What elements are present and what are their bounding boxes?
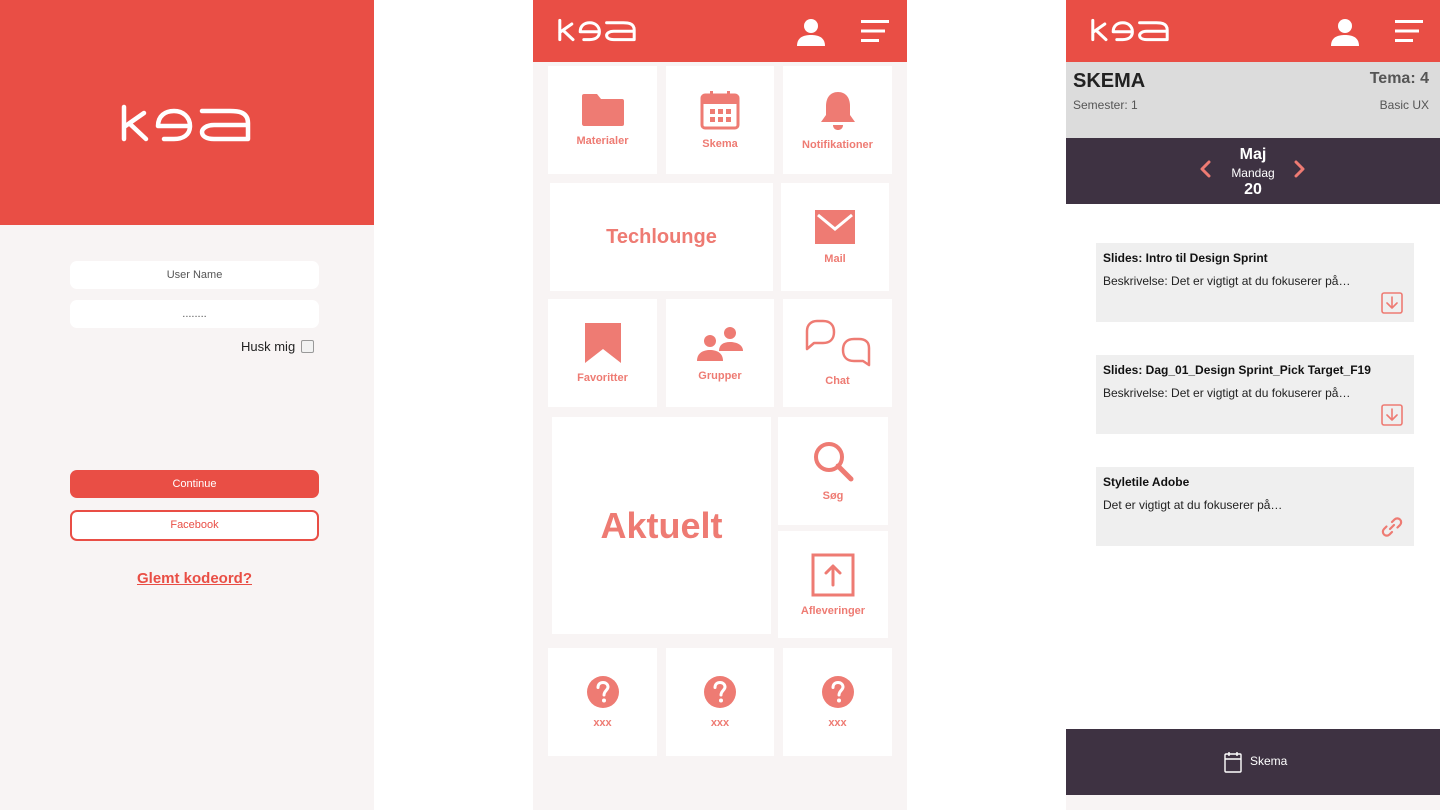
course-label: Basic UX	[1379, 98, 1429, 112]
page-title: SKEMA	[1073, 70, 1146, 92]
kea-logo	[558, 18, 636, 42]
group-icon	[697, 327, 743, 361]
schedule-item[interactable]: Slides: Dag_01_Design Sprint_Pick Target…	[1096, 355, 1414, 434]
day-label: 20	[1244, 181, 1262, 198]
tile-afleveringer[interactable]: Afleveringer	[778, 531, 888, 638]
remember-me[interactable]: Husk mig	[241, 339, 315, 354]
calendar-icon	[700, 91, 740, 130]
tile-label: Skema	[702, 138, 738, 150]
schedule-item[interactable]: Styletile Adobe Det er vigtigt at du fok…	[1096, 467, 1414, 546]
item-description: Beskrivelse: Det er vigtigt at du fokuse…	[1103, 274, 1351, 288]
item-title: Slides: Dag_01_Design Sprint_Pick Target…	[1103, 363, 1371, 377]
schedule-screen: SKEMA Semester: 1 Tema: 4 Basic UX Maj M…	[1066, 0, 1440, 810]
tile-xxx[interactable]: xxx	[783, 648, 892, 756]
tile-label: xxx	[828, 717, 847, 729]
login-screen: ........ Husk mig Continue Facebook Glem…	[0, 0, 374, 810]
weekday-label: Mandag	[1231, 166, 1275, 180]
tile-label: Mail	[824, 253, 846, 265]
course-info-bar: SKEMA Semester: 1 Tema: 4 Basic UX	[1066, 62, 1440, 138]
kea-logo	[1091, 18, 1169, 42]
mail-icon	[815, 210, 855, 244]
tile-materialer[interactable]: Materialer	[548, 66, 657, 174]
bottom-nav: Skema	[1066, 729, 1440, 795]
question-icon	[586, 676, 619, 708]
download-icon[interactable]	[1381, 292, 1403, 314]
tile-label: Søg	[822, 490, 844, 502]
tile-soeg[interactable]: Søg	[778, 417, 888, 525]
chevron-right-icon[interactable]	[1293, 160, 1307, 178]
date-selector: Maj Mandag 20	[1066, 138, 1440, 204]
tema-label: Tema: 4	[1369, 70, 1429, 87]
tile-label: Chat	[825, 375, 850, 387]
tile-label: Materialer	[576, 135, 629, 147]
top-bar	[533, 0, 907, 62]
username-field[interactable]	[70, 261, 319, 289]
tile-label: Grupper	[698, 370, 742, 382]
tile-label: xxx	[593, 717, 612, 729]
bottom-strip	[1066, 795, 1440, 810]
top-bar	[1066, 0, 1440, 62]
dashboard-screen: Materialer Skema Notifikationer Techloun…	[533, 0, 907, 810]
bottom-nav-label[interactable]: Skema	[1250, 754, 1287, 768]
tile-mail[interactable]: Mail	[781, 183, 889, 291]
question-icon	[704, 676, 736, 708]
tile-chat[interactable]: Chat	[783, 299, 892, 407]
link-icon[interactable]	[1381, 516, 1403, 538]
kea-logo	[121, 104, 251, 142]
calendar-icon[interactable]	[1224, 751, 1242, 773]
tile-skema[interactable]: Skema	[666, 66, 774, 174]
download-icon[interactable]	[1381, 404, 1403, 426]
tile-xxx[interactable]: xxx	[666, 648, 774, 756]
folder-icon	[581, 94, 624, 126]
user-icon[interactable]	[1330, 17, 1360, 47]
facebook-button[interactable]: Facebook	[70, 510, 319, 541]
menu-icon[interactable]	[1395, 19, 1423, 43]
forgot-password-link[interactable]: Glemt kodeord?	[0, 570, 374, 587]
chat-icon	[805, 319, 870, 367]
tile-techlounge[interactable]: Techlounge	[550, 183, 773, 291]
login-hero	[0, 0, 374, 225]
tile-aktuelt[interactable]: Aktuelt	[552, 417, 771, 634]
password-field[interactable]: ........	[70, 300, 319, 328]
tile-notifikationer[interactable]: Notifikationer	[783, 66, 892, 174]
bell-icon	[820, 92, 855, 130]
menu-icon[interactable]	[861, 19, 889, 43]
user-icon[interactable]	[796, 17, 826, 47]
tile-xxx[interactable]: xxx	[548, 648, 657, 756]
item-description: Beskrivelse: Det er vigtigt at du fokuse…	[1103, 386, 1351, 400]
semester-label: Semester: 1	[1073, 98, 1138, 112]
item-title: Slides: Intro til Design Sprint	[1103, 251, 1268, 265]
tile-label: Notifikationer	[802, 139, 873, 151]
tile-label: Favoritter	[577, 372, 628, 384]
search-icon	[814, 442, 854, 482]
tile-favoritter[interactable]: Favoritter	[548, 299, 657, 407]
remember-checkbox[interactable]	[301, 340, 315, 353]
question-icon	[821, 676, 854, 708]
tile-label: xxx	[710, 717, 730, 729]
month-label: Maj	[1239, 146, 1267, 163]
upload-icon	[811, 553, 855, 596]
bookmark-icon	[584, 323, 621, 363]
tile-label: Aktuelt	[600, 504, 723, 546]
item-title: Styletile Adobe	[1103, 475, 1190, 489]
schedule-item[interactable]: Slides: Intro til Design Sprint Beskrive…	[1096, 243, 1414, 322]
tile-label: Techlounge	[606, 225, 717, 248]
tile-grupper[interactable]: Grupper	[666, 299, 774, 407]
tile-label: Afleveringer	[800, 604, 866, 617]
item-description: Det er vigtigt at du fokuserer på…	[1103, 498, 1283, 512]
continue-button[interactable]: Continue	[70, 470, 319, 498]
remember-label: Husk mig	[241, 339, 296, 354]
